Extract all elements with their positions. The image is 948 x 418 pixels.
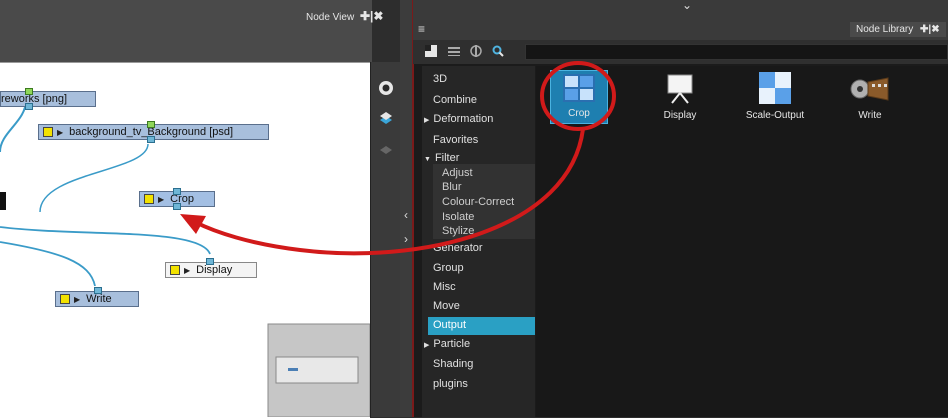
write-node-icon (850, 77, 889, 101)
category-label: Particle (433, 338, 471, 350)
node-cables (0, 99, 370, 417)
category-3d[interactable]: 3D (433, 73, 447, 85)
node-reworks[interactable]: reworks [png] (0, 88, 96, 110)
node-search-input[interactable] (525, 44, 948, 60)
subcategory-isolate[interactable]: Isolate (442, 211, 474, 223)
subcategory-adjust[interactable]: Adjust (442, 167, 473, 179)
navigator-node-mark (288, 368, 298, 371)
node-library-tab-controls-icon[interactable]: ✚|✖ (920, 24, 940, 35)
cable-write (0, 241, 96, 287)
expand-arrow-icon[interactable]: ▶ (424, 342, 429, 349)
category-particle[interactable]: ▶ Particle (424, 338, 470, 350)
category-combine[interactable]: Combine (433, 94, 477, 106)
node-expand-icon[interactable]: ▶ (74, 295, 80, 304)
node-view-tabbar (0, 0, 372, 62)
search-icon[interactable] (491, 44, 505, 58)
offscreen-node-edge (0, 192, 6, 210)
node-tile-scale-output[interactable]: Scale-Output (735, 70, 815, 126)
node-tile-write[interactable]: Write (830, 70, 910, 126)
category-filter[interactable]: ▼ Filter (424, 152, 459, 164)
layers-inactive-icon[interactable] (378, 142, 394, 158)
layers-icon[interactable] (378, 110, 394, 126)
node-expand-icon[interactable]: ▶ (57, 128, 63, 137)
node-background-tv[interactable]: ▶ background_tv_Background [psd] (38, 121, 269, 143)
node-tile-label: Crop (568, 108, 590, 119)
node-output-port[interactable] (173, 203, 181, 210)
node-tile-label: Display (663, 110, 697, 121)
node-label: Display (196, 264, 233, 276)
scale-output-node-icon (759, 72, 791, 104)
category-label: Filter (434, 152, 460, 164)
subcategory-stylize[interactable]: Stylize (442, 225, 474, 237)
category-move[interactable]: Move (433, 300, 460, 312)
node-view-tab-controls-icon[interactable]: ✚|✖ (360, 9, 383, 23)
category-shading[interactable]: Shading (433, 358, 473, 370)
node-input-port[interactable] (173, 188, 181, 195)
cable-display (0, 226, 211, 255)
expand-arrow-icon[interactable]: ▶ (424, 117, 429, 124)
category-plugins[interactable]: plugins (433, 378, 468, 390)
category-misc[interactable]: Misc (433, 281, 456, 293)
crop-node-icon (563, 74, 595, 102)
category-output[interactable]: Output (433, 319, 466, 331)
cable-background (39, 143, 149, 213)
node-tile-display[interactable]: Display (640, 70, 720, 126)
category-favorites[interactable]: Favorites (433, 134, 478, 146)
category-group[interactable]: Group (433, 262, 464, 274)
filter-icon[interactable] (469, 44, 483, 58)
node-tile-label: Scale-Output (745, 110, 805, 121)
node-display[interactable]: ▶ Display (165, 258, 257, 278)
subcategory-colour-correct[interactable]: Colour-Correct (442, 196, 514, 208)
node-input-port[interactable] (25, 88, 33, 95)
node-library-tab[interactable]: Node Library ✚|✖ (850, 22, 946, 37)
collapse-arrow-icon[interactable]: ▼ (424, 156, 431, 163)
node-view-side-toolbar (370, 62, 401, 417)
node-output-port[interactable] (147, 136, 155, 143)
node-write[interactable]: ▶ Write (55, 287, 139, 307)
node-input-port[interactable] (206, 258, 214, 265)
node-crop[interactable]: ▶ Crop (139, 188, 215, 210)
thumbnail-view-icon[interactable] (424, 44, 438, 58)
node-expand-icon[interactable]: ▶ (158, 195, 164, 204)
category-deformation[interactable]: ▶ Deformation (424, 113, 493, 125)
category-label: Deformation (433, 113, 494, 125)
cable-reworks (0, 99, 27, 153)
node-view-tab[interactable]: Node View (306, 12, 354, 23)
collapse-right-icon[interactable]: › (401, 232, 411, 246)
panel-menu-icon[interactable]: ≡ (418, 22, 425, 36)
node-enable-icon[interactable] (60, 294, 70, 304)
subcategory-blur[interactable]: Blur (442, 181, 462, 193)
node-tile-crop[interactable]: Crop (550, 70, 608, 124)
collapse-left-icon[interactable]: ‹ (401, 208, 411, 222)
node-label: reworks [png] (1, 93, 68, 105)
category-generator[interactable]: Generator (433, 242, 483, 254)
display-node-icon (667, 74, 693, 104)
node-tile-label: Write (858, 110, 882, 121)
node-enable-icon[interactable] (170, 265, 180, 275)
node-output-port[interactable] (25, 103, 33, 110)
list-view-icon[interactable] (447, 45, 461, 57)
eye-icon[interactable] (378, 80, 394, 96)
node-library-tab-label: Node Library (856, 24, 914, 35)
node-label: Write (86, 293, 112, 305)
chevron-down-icon[interactable]: ⌄ (682, 0, 692, 12)
node-input-port[interactable] (147, 121, 155, 128)
node-input-port[interactable] (94, 287, 102, 294)
node-enable-icon[interactable] (43, 127, 53, 137)
node-expand-icon[interactable]: ▶ (184, 266, 190, 275)
node-enable-icon[interactable] (144, 194, 154, 204)
panel-splitter[interactable]: ‹ › (400, 0, 413, 417)
